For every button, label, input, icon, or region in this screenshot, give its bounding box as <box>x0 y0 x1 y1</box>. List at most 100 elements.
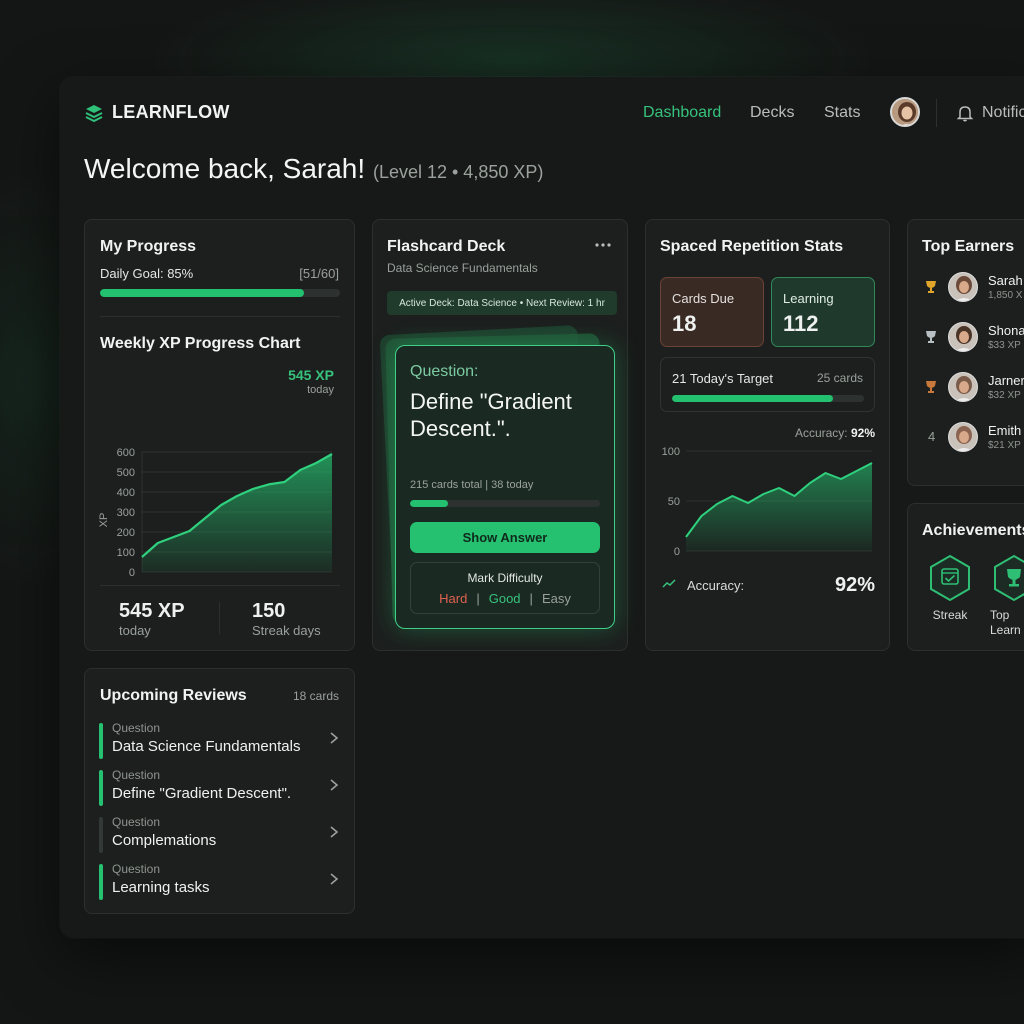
more-horizontal-icon[interactable] <box>595 242 611 248</box>
nav-dashboard[interactable]: Dashboard <box>643 104 721 122</box>
review-indicator <box>99 723 103 759</box>
bronze-trophy-icon <box>926 381 936 393</box>
cards-due-label: Cards Due <box>672 291 735 306</box>
y-axis-label: XP <box>98 513 110 528</box>
earner-avatar <box>948 422 978 452</box>
achievements-title: Achievements <box>922 522 1024 539</box>
earner-rank: 4 <box>928 429 936 444</box>
earner-avatar <box>948 322 978 352</box>
flashcard-title: Flashcard Deck <box>387 238 506 255</box>
gold-trophy-icon <box>926 281 936 293</box>
nav-decks[interactable]: Decks <box>750 104 794 122</box>
review-item[interactable]: Question Define "Gradient Descent". <box>99 768 339 806</box>
bell-icon[interactable] <box>956 104 974 122</box>
target-label: 21 Today's Target <box>672 371 774 386</box>
difficulty-easy-button[interactable]: Easy <box>542 591 571 606</box>
trend-up-icon <box>662 579 676 588</box>
flashcard-front[interactable]: Question: Define "Gradient Descent.". 21… <box>395 345 615 629</box>
layers-icon <box>85 104 103 122</box>
brand-name: LEARNFLOW <box>112 102 230 122</box>
chevron-right-icon <box>330 873 339 885</box>
y-tick-label: 50 <box>668 496 680 508</box>
learning-value: 112 <box>783 311 819 336</box>
flashcard-subtitle: Data Science Fundamentals <box>387 261 538 275</box>
earner-avatar <box>948 372 978 402</box>
y-tick-label: 100 <box>662 446 680 458</box>
y-tick-label: 0 <box>129 567 135 579</box>
earner-name: Sarah <box>988 273 1023 288</box>
difficulty-good-button[interactable]: Good <box>489 591 521 606</box>
question-text: Define "Gradient Descent.". <box>410 389 572 441</box>
review-item[interactable]: Question Learning tasks <box>99 862 339 900</box>
my-progress-card: My Progress Daily Goal: 85% [51/60] Week… <box>84 219 355 651</box>
weekly-chart-title: Weekly XP Progress Chart <box>100 335 301 352</box>
stat-streak-value: 150 <box>252 600 286 622</box>
achievement-top-learner[interactable]: Top Learn <box>990 554 1024 637</box>
review-kicker: Question <box>112 768 161 782</box>
weekly-xp-chart: 0100200300400500600XPMonTueWedThuFriSatS… <box>98 447 333 579</box>
chevron-right-icon <box>330 779 339 791</box>
target-progress-fill <box>672 395 834 402</box>
earner-row[interactable]: 4 Emith $21 XP <box>922 420 1024 460</box>
earner-name: Jarner <box>988 373 1024 388</box>
flashcard-deck-card: Flashcard Deck Data Science Fundamentals… <box>372 219 628 651</box>
difficulty-separator: | <box>529 591 533 606</box>
top-bar: LEARNFLOW Dashboard Decks Stats Notific <box>60 77 1024 149</box>
question-label: Question: <box>410 363 479 380</box>
earner-row[interactable]: Sarah 1,850 X <box>922 270 1024 310</box>
daily-goal-count: [51/60] <box>299 266 339 281</box>
top-earners-card: Top Earners Sarah 1,850 X Shona $33 XP J… <box>907 219 1024 486</box>
earner-xp: $33 XP <box>988 340 1021 351</box>
cards-due-tile[interactable]: Cards Due 18 <box>660 277 764 347</box>
reviews-title: Upcoming Reviews <box>100 687 247 704</box>
accuracy-chart: 0 50 100 <box>662 446 873 555</box>
review-kicker: Question <box>112 862 161 876</box>
user-avatar-image <box>892 99 918 125</box>
welcome-subtitle: (Level 12 • 4,850 XP) <box>372 162 544 182</box>
earner-row[interactable]: Shona $33 XP <box>922 320 1024 360</box>
cards-due-value: 18 <box>672 311 697 336</box>
review-item[interactable]: Question Data Science Fundamentals <box>99 721 339 759</box>
chevron-right-icon <box>330 826 339 838</box>
nav-stats[interactable]: Stats <box>824 104 860 122</box>
page-title: Welcome back, Sarah! (Level 12 • 4,850 X… <box>84 153 543 185</box>
show-answer-button[interactable]: Show Answer <box>410 522 600 553</box>
app-window: LEARNFLOW Dashboard Decks Stats Notific … <box>60 77 1024 938</box>
review-kicker: Question <box>112 815 161 829</box>
difficulty-separator: | <box>476 591 480 606</box>
nav-notifications[interactable]: Notific <box>982 104 1024 122</box>
stat-xp-value: 545 XP <box>119 600 185 622</box>
earner-name: Shona <box>988 323 1024 338</box>
logo[interactable]: LEARNFLOW <box>84 102 230 123</box>
difficulty-hard-button[interactable]: Hard <box>439 591 467 606</box>
stat-streak-label: Streak days <box>252 623 321 638</box>
review-item[interactable]: Question Complemations <box>99 815 339 853</box>
cards-progress-bar <box>410 500 600 507</box>
user-avatar[interactable] <box>890 97 920 127</box>
learning-label: Learning <box>783 291 834 306</box>
review-kicker: Question <box>112 721 161 735</box>
achievement-top-learner-label: Top Learn <box>990 608 1021 637</box>
y-tick-label: 400 <box>117 487 135 499</box>
section-divider <box>100 316 340 317</box>
silver-trophy-icon <box>926 331 936 343</box>
review-indicator <box>99 770 103 806</box>
review-text: Data Science Fundamentals <box>112 738 301 755</box>
cards-progress-fill <box>410 500 448 507</box>
y-tick-label: 200 <box>117 527 135 539</box>
accuracy-label: Accuracy: <box>687 578 745 593</box>
y-tick-label: 600 <box>117 447 135 459</box>
earner-row[interactable]: Jarner $32 XP <box>922 370 1024 410</box>
target-progress-bar <box>672 395 864 402</box>
active-deck-banner: Active Deck: Data Science • Next Review:… <box>387 291 617 315</box>
welcome-title: Welcome back, Sarah! <box>84 153 366 184</box>
todays-target-panel: 21 Today's Target 25 cards <box>660 357 875 412</box>
review-indicator <box>99 817 103 853</box>
learning-tile[interactable]: Learning 112 <box>771 277 875 347</box>
daily-goal-bar <box>100 289 340 297</box>
review-text: Define "Gradient Descent". <box>112 785 292 802</box>
review-indicator <box>99 864 103 900</box>
achievement-streak[interactable]: Streak <box>928 554 972 622</box>
earner-name: Emith <box>988 423 1022 438</box>
cards-info: 215 cards total | 38 today <box>410 479 534 491</box>
